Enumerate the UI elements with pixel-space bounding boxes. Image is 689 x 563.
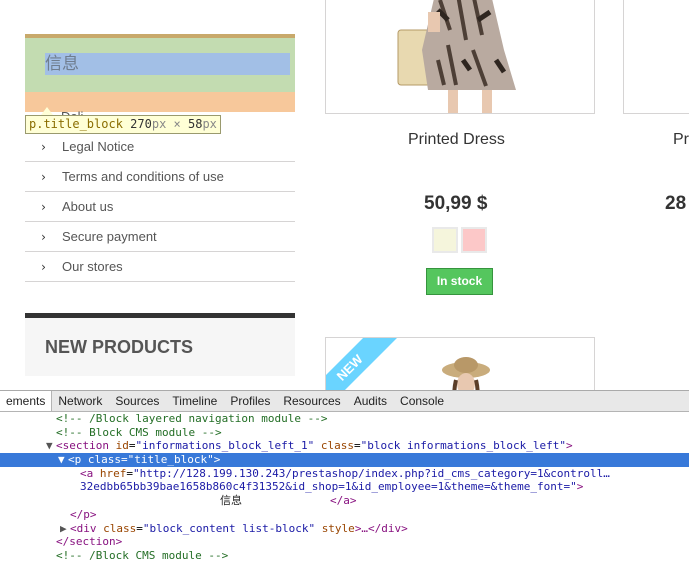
dom-line[interactable]: <!-- Block CMS module --> [0,426,689,440]
dom-line[interactable]: </p> [0,508,689,522]
dom-attr-value: "block_content list-block" [142,521,316,535]
sidebar-item-about-us[interactable]: › About us [25,192,295,222]
sidebar-item-label: Our stores [62,259,123,274]
dom-line[interactable]: ▼ <section id="informations_block_left_1"… [0,439,689,453]
dom-tag: > [213,453,221,467]
dom-attr-name: href [99,466,127,480]
chevron-right-icon: › [41,199,46,214]
product-name[interactable]: Printed Dress [408,131,505,149]
sidebar-item-label: Terms and conditions of use [62,169,224,184]
tab-timeline[interactable]: Timeline [166,391,224,411]
sidebar-item-secure-payment[interactable]: › Secure payment [25,222,295,252]
product-name-2[interactable]: Pr [673,131,689,149]
dom-comment: <!-- /Block CMS module --> [56,548,229,562]
dom-attr-value: "http://128.199.130.243/prestashop/index… [133,466,610,480]
new-badge: NEW [326,338,401,390]
sidebar-item-legal-notice[interactable]: › Legal Notice [25,132,295,162]
dom-line[interactable]: 信息 </a> [0,494,689,508]
product-price-2: 28 [665,193,687,214]
sidebar-item-label: Secure payment [62,229,157,244]
dom-tag: </section> [56,535,123,549]
dom-line[interactable]: <a href="http://128.199.130.243/prestash… [0,467,689,481]
devtools-tabbar: ements Network Sources Timeline Profiles… [0,391,689,412]
product-image [397,0,516,113]
dom-tag: > [565,439,573,453]
dom-tree: <!-- /Block layered navigation module --… [0,412,689,563]
dom-text-node: 信息 [220,494,242,508]
dom-line[interactable]: ▶ <div class="block_content list-block" s… [0,522,689,536]
dom-attr-name: class [103,521,137,535]
dom-tag: </p> [70,507,97,521]
color-swatch-beige[interactable] [432,227,458,253]
tab-sources[interactable]: Sources [109,391,166,411]
color-swatch-pink[interactable] [461,227,487,253]
tooltip-selector: p.title_block [29,117,123,131]
tooltip-arrow [41,107,53,115]
dom-tag: </a> [330,494,357,508]
new-products-title[interactable]: NEW PRODUCTS [45,337,193,358]
chevron-right-icon: › [41,139,46,154]
tooltip-unit-2: px [202,117,217,131]
tooltip-width: 270 [130,117,152,131]
dom-tag: <p [68,453,82,467]
dom-attr-name: class [87,453,121,467]
new-products-block: NEW PRODUCTS [25,313,295,376]
tab-network[interactable]: Network [52,391,109,411]
sidebar-item-label: About us [62,199,114,214]
dom-comment: <!-- Block CMS module --> [56,425,222,439]
dom-attr-name: style [321,521,355,535]
product-image-hat [442,357,490,390]
sidebar-informations-block: 信息 Deli p.title_block 270px × 58px › Lega… [25,34,295,282]
dom-attr-name: id [115,439,129,453]
tab-elements[interactable]: ements [0,391,53,411]
dom-tag: > [576,480,584,494]
dom-line[interactable]: </section> [0,535,689,549]
dom-attr-value: 32edbb65bb39bae1658b860c4f31352&id_shop=… [80,480,577,494]
devtools-panel: ements Network Sources Timeline Profiles… [0,390,689,562]
product-price: 50,99 $ [424,193,488,214]
product-image-card[interactable] [325,0,595,114]
dom-line[interactable]: 32edbb65bb39bae1658b860c4f31352&id_shop=… [0,480,689,494]
stock-badge: In stock [426,268,493,295]
sidebar-item-our-stores[interactable]: › Our stores [25,252,295,282]
dom-attr-value: "informations_block_left_1" [135,439,315,453]
tab-resources[interactable]: Resources [277,391,347,411]
dom-tag: <section [56,439,109,453]
expand-triangle-icon[interactable]: ▼ [46,439,56,453]
dom-tag: <a [80,466,94,480]
chevron-right-icon: › [41,259,46,274]
tab-console[interactable]: Console [394,391,451,411]
tooltip-times: × [173,117,181,131]
tooltip-height: 58 [188,117,203,131]
sidebar-item-label: Legal Notice [62,139,135,154]
product-image-card-2[interactable] [623,0,689,114]
chevron-right-icon: › [41,229,46,244]
web-page: 信息 Deli p.title_block 270px × 58px › Lega… [0,0,689,390]
expand-triangle-icon[interactable]: ▼ [58,453,68,467]
sidebar-title[interactable]: 信息 [45,53,290,75]
dom-line-selected[interactable]: ▼ <p class="title_block"> [0,453,689,467]
dom-line[interactable]: <!-- /Block CMS module --> [0,549,689,563]
title-block-highlight: 信息 Deli p.title_block 270px × 58px [25,34,295,134]
dom-attr-value: "title_block" [127,453,214,467]
dom-attr-value: "block informations_block_left" [360,439,566,453]
dom-line[interactable]: <!-- /Block layered navigation module --… [0,412,689,426]
sidebar-item-terms[interactable]: › Terms and conditions of use [25,162,295,192]
tab-profiles[interactable]: Profiles [224,391,277,411]
dom-comment: <!-- /Block layered navigation module --… [56,412,328,425]
informations-list: › Legal Notice › Terms and conditions of u… [25,132,295,282]
element-size-tooltip: p.title_block 270px × 58px [25,115,221,134]
tab-audits[interactable]: Audits [348,391,394,411]
collapse-triangle-icon[interactable]: ▶ [60,522,70,536]
dom-tag: >…</div> [354,521,408,535]
chevron-right-icon: › [41,169,46,184]
dom-attr-name: class [320,439,355,453]
dom-tag: <div [70,521,97,535]
product-image-card-3[interactable]: NEW [325,337,595,390]
tooltip-unit: px [151,117,167,131]
